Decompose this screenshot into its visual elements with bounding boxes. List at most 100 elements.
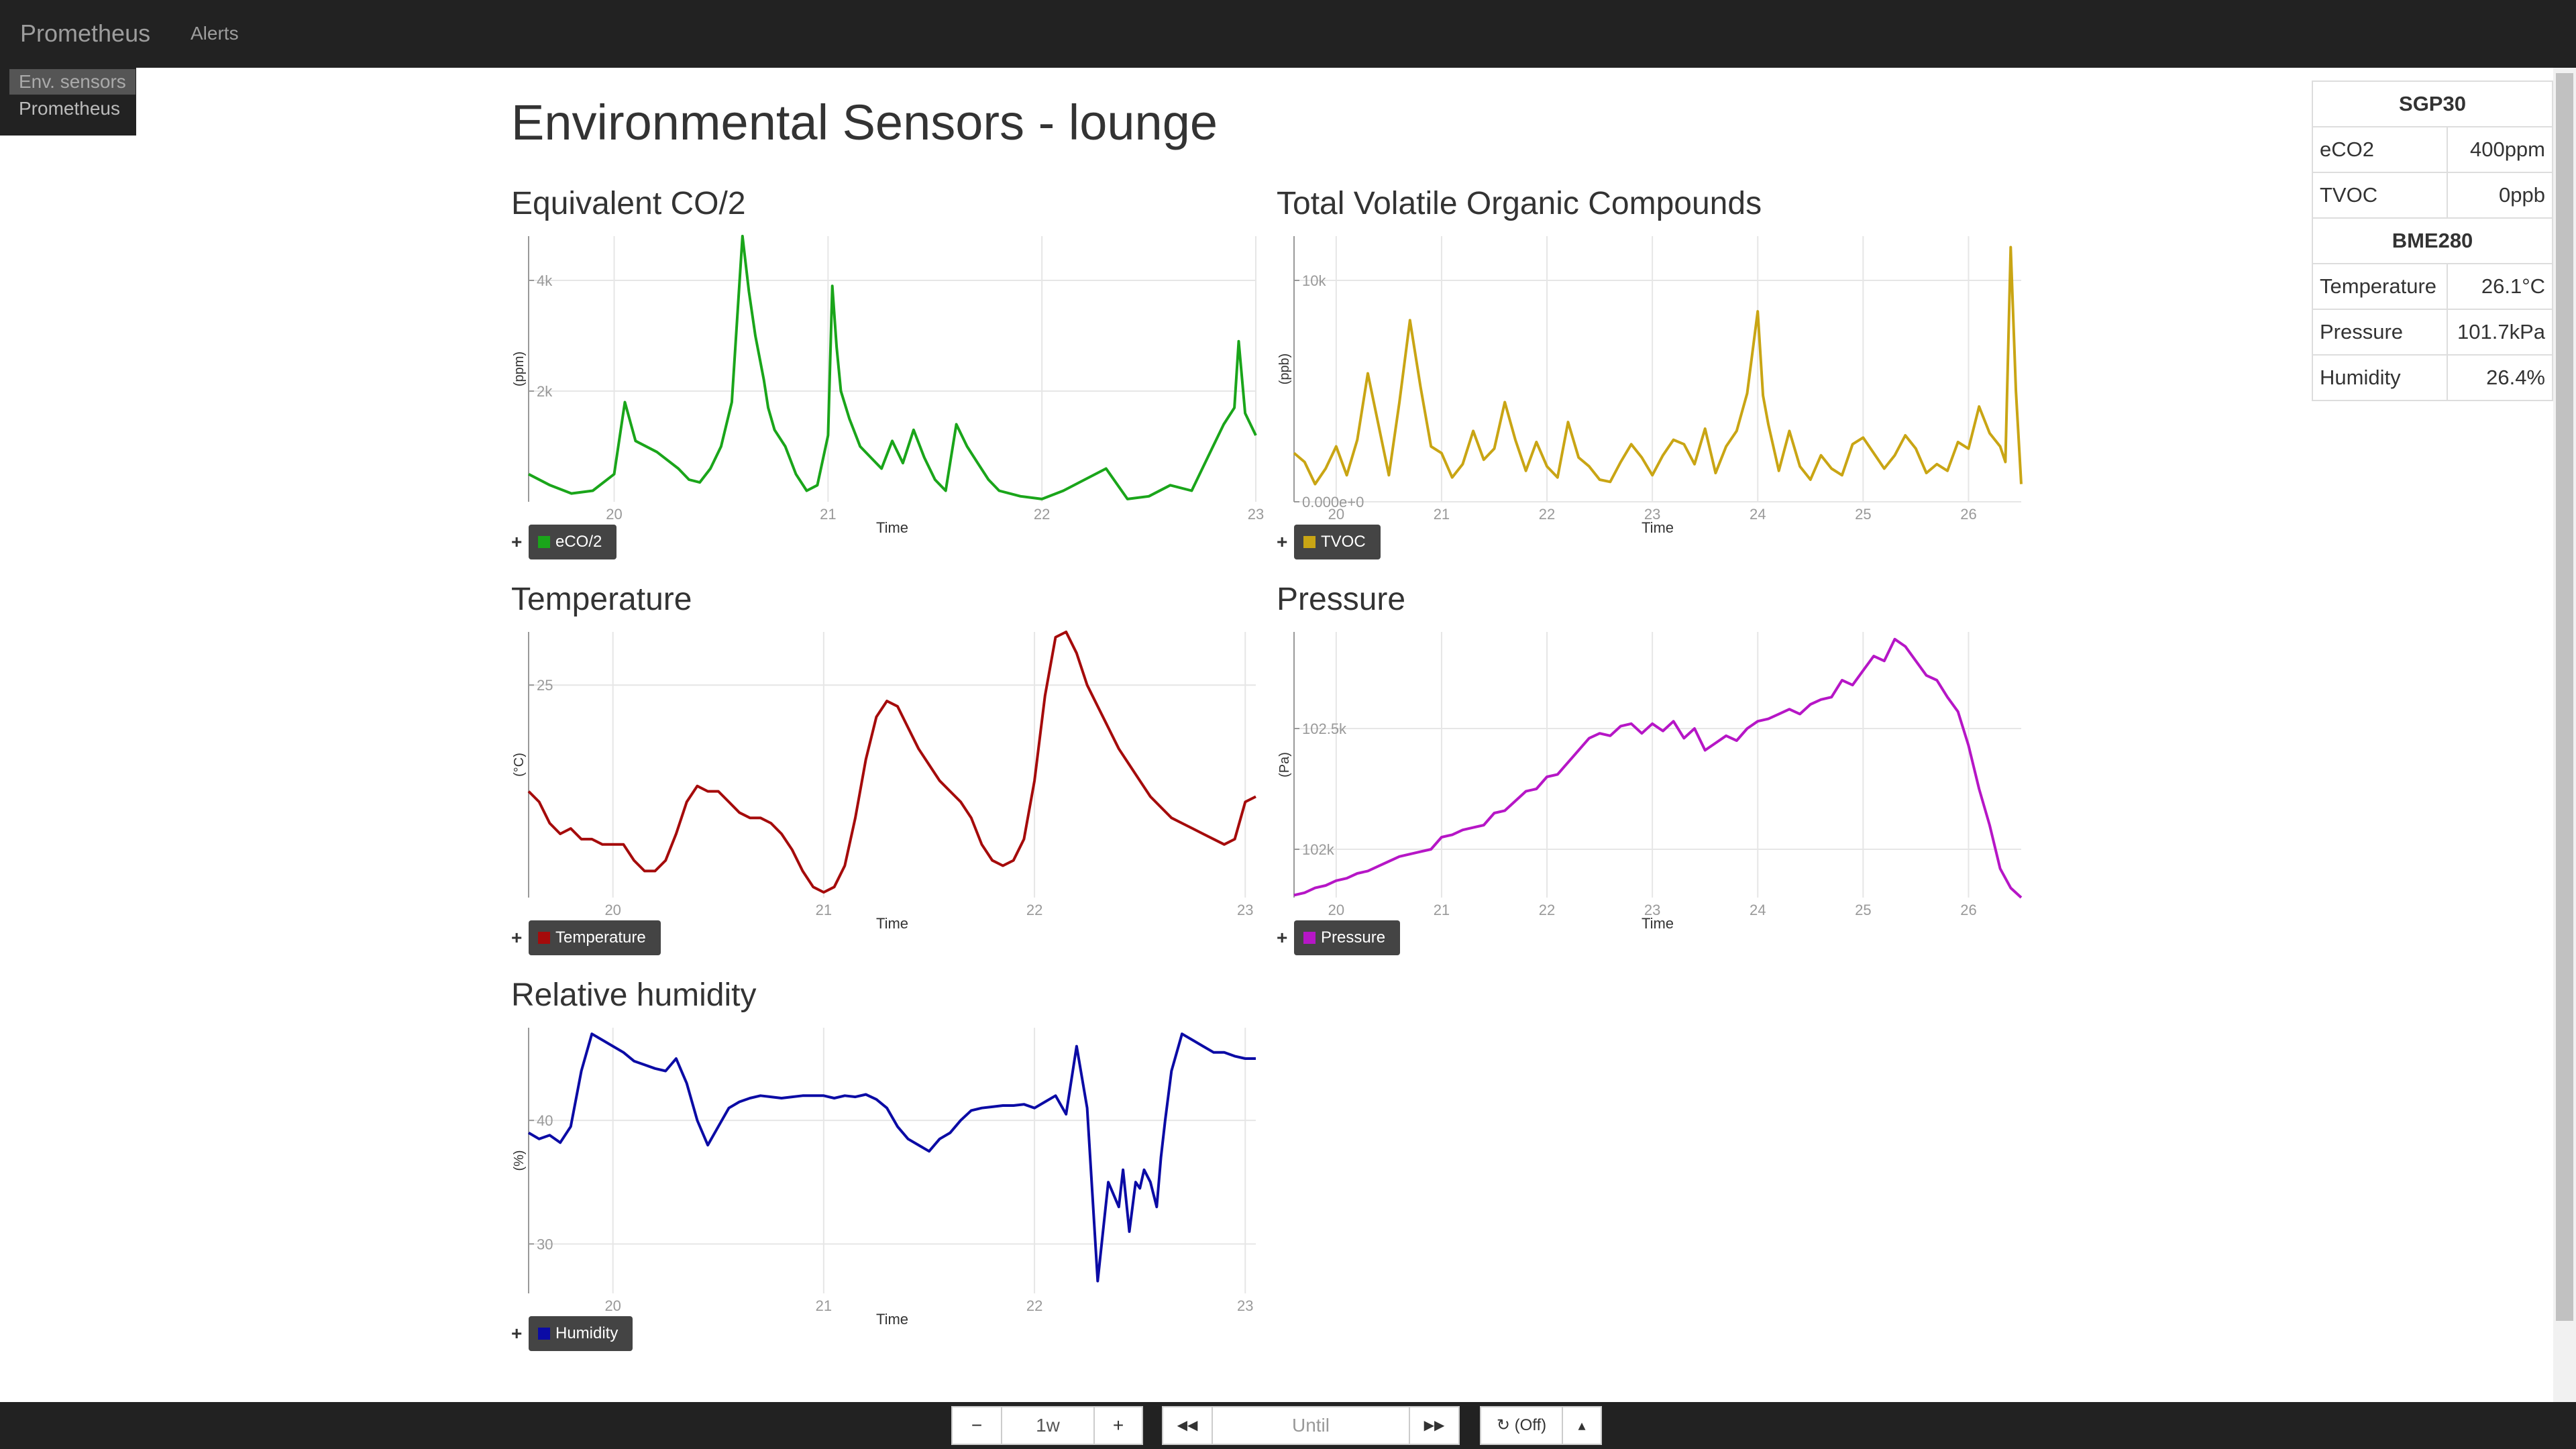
x-tick-label: 21 — [820, 506, 836, 523]
y-axis-label: (%) — [512, 1150, 527, 1171]
y-axis-label: (ppb) — [1277, 354, 1292, 385]
legend-label: Temperature — [555, 928, 646, 947]
sensor-label: Temperature — [2311, 263, 2449, 310]
until-input[interactable]: Until — [1212, 1406, 1410, 1445]
nav-alerts-link[interactable]: Alerts — [191, 23, 239, 44]
sensor-value: 0ppb — [2447, 172, 2553, 219]
y-tick-label: 40 — [537, 1112, 553, 1129]
y-axis-label: (Pa) — [1277, 752, 1292, 777]
legend-expand-icon[interactable]: + — [1277, 531, 1287, 553]
x-tick-label: 23 — [1248, 506, 1264, 523]
x-tick-label: 20 — [1328, 902, 1344, 918]
sensor-group-header: BME280 — [2312, 217, 2553, 264]
page-scrollbar[interactable] — [2553, 68, 2576, 1402]
sensor-group-header: SGP30 — [2312, 80, 2553, 127]
refresh-button[interactable]: ↻ (Off) — [1480, 1406, 1563, 1445]
decrease-range-button[interactable]: − — [951, 1406, 1002, 1445]
sensor-label: Pressure — [2311, 309, 2449, 356]
top-navbar: Prometheus Alerts — [0, 0, 2576, 68]
y-tick-label: 10k — [1302, 272, 1326, 289]
y-tick-label: 102k — [1302, 841, 1335, 858]
series-line-tvoc — [1293, 246, 2023, 486]
y-axis-label: (ppm) — [512, 352, 527, 386]
graph-pressure: Pressure 20 21 22 23 24 25 26 102k 102.5k (Pa) Tim… — [1277, 581, 2028, 970]
x-tick-label: 24 — [1750, 902, 1766, 918]
x-axis-label: Time — [876, 915, 908, 932]
legend-chip-eco2[interactable]: eCO/2 — [529, 525, 617, 559]
y-tick-label: 25 — [537, 677, 553, 694]
chart-tvoc[interactable]: 20 21 22 23 24 25 260.000e+010k(ppb)Time — [1277, 185, 2028, 536]
x-tick-label: 24 — [1750, 506, 1766, 523]
increase-range-button[interactable]: + — [1093, 1406, 1143, 1445]
legend-chip-humidity[interactable]: Humidity — [529, 1316, 633, 1351]
legend-expand-icon[interactable]: + — [511, 1323, 522, 1344]
series-line-temperature — [527, 631, 1256, 894]
legend-chip-pressure[interactable]: Pressure — [1294, 920, 1401, 955]
sensor-label: Humidity — [2311, 354, 2449, 401]
chart-temperature[interactable]: 20 21 22 23 25 (°C) Time — [511, 581, 1263, 932]
y-tick-label: 102.5k — [1302, 720, 1347, 737]
x-axis-label: Time — [876, 1311, 908, 1328]
legend-swatch — [1303, 932, 1316, 944]
scrollbar-thumb[interactable] — [2556, 73, 2573, 1321]
graph-humidity: Relative humidity 20 21 22 23 30 40 (%) Time + … — [511, 977, 1263, 1366]
sensor-label: TVOC — [2311, 172, 2449, 219]
x-tick-label: 25 — [1855, 506, 1871, 523]
legend-label: Pressure — [1321, 928, 1386, 947]
table-row: TVOC 0ppb — [2311, 172, 2553, 219]
x-axis-label: Time — [1642, 519, 1674, 536]
graph-eco2: Equivalent CO/2 20 21 22 23 2k 4k (ppm) Time + … — [511, 185, 1264, 574]
series-line-pressure — [1293, 637, 2023, 899]
legend-expand-icon[interactable]: + — [511, 531, 522, 553]
sensor-value: 101.7kPa — [2447, 309, 2553, 356]
brand-link[interactable]: Prometheus — [20, 19, 150, 48]
legend-label: TVOC — [1321, 533, 1366, 551]
x-tick-label: 21 — [1434, 506, 1450, 523]
step-back-button[interactable]: ◀◀ — [1162, 1406, 1213, 1445]
chart-humidity[interactable]: 20 21 22 23 30 40 (%) Time — [511, 977, 1263, 1328]
y-tick-label: 4k — [537, 272, 553, 289]
x-tick-label: 21 — [816, 1297, 832, 1314]
table-row: Humidity 26.4% — [2311, 354, 2553, 401]
legend-expand-icon[interactable]: + — [511, 927, 522, 949]
sensor-value: 400ppm — [2447, 126, 2553, 173]
legend-expand-icon[interactable]: + — [1277, 927, 1287, 949]
y-axis-label: (°C) — [512, 753, 527, 777]
x-tick-label: 21 — [816, 902, 832, 918]
legend-swatch — [538, 536, 550, 548]
x-tick-label: 22 — [1539, 506, 1555, 523]
table-row: Pressure 101.7kPa — [2311, 309, 2553, 356]
table-row: eCO2 400ppm — [2311, 126, 2553, 173]
x-tick-label: 22 — [1026, 1297, 1042, 1314]
graph-temperature: Temperature 20 21 22 23 25 (°C) Time + Tempera… — [511, 581, 1263, 970]
x-tick-label: 22 — [1539, 902, 1555, 918]
step-forward-button[interactable]: ▶▶ — [1409, 1406, 1460, 1445]
x-tick-label: 22 — [1026, 902, 1042, 918]
graph-tvoc: Total Volatile Organic Compounds 20 21 22 2… — [1277, 185, 2028, 574]
range-input[interactable]: 1w — [1001, 1406, 1095, 1445]
legend-label: eCO/2 — [555, 533, 602, 551]
console-menu-item-env-sensors[interactable]: Env. sensors — [9, 69, 136, 95]
x-tick-label: 26 — [1960, 506, 1976, 523]
sensor-value: 26.4% — [2447, 354, 2553, 401]
sensor-value: 26.1°C — [2447, 263, 2553, 310]
console-menu-item-prometheus[interactable]: Prometheus — [9, 96, 129, 121]
legend-label: Humidity — [555, 1324, 619, 1342]
series-line-eco2 — [528, 235, 1257, 500]
chart-eco2[interactable]: 20 21 22 23 2k 4k (ppm) Time — [511, 185, 1264, 536]
x-tick-label: 23 — [1237, 1297, 1253, 1314]
x-tick-label: 23 — [1237, 902, 1253, 918]
x-tick-label: 21 — [1434, 902, 1450, 918]
x-tick-label: 25 — [1855, 902, 1871, 918]
x-axis-label: Time — [876, 519, 908, 536]
chart-pressure[interactable]: 20 21 22 23 24 25 26102k102.5k(Pa)Time — [1277, 581, 2028, 932]
y-tick-label: 30 — [537, 1236, 553, 1252]
legend-chip-tvoc[interactable]: TVOC — [1294, 525, 1381, 559]
legend-chip-temperature[interactable]: Temperature — [529, 920, 661, 955]
y-tick-label: 0.000e+0 — [1302, 494, 1364, 511]
page-title: Environmental Sensors - lounge — [511, 95, 1218, 150]
refresh-caret-button[interactable]: ▴ — [1562, 1406, 1602, 1445]
graph-controls-bar: − 1w + ◀◀ Until ▶▶ ↻ (Off) ▴ — [0, 1402, 2576, 1449]
table-row: Temperature 26.1°C — [2311, 263, 2553, 310]
x-tick-label: 20 — [604, 902, 621, 918]
